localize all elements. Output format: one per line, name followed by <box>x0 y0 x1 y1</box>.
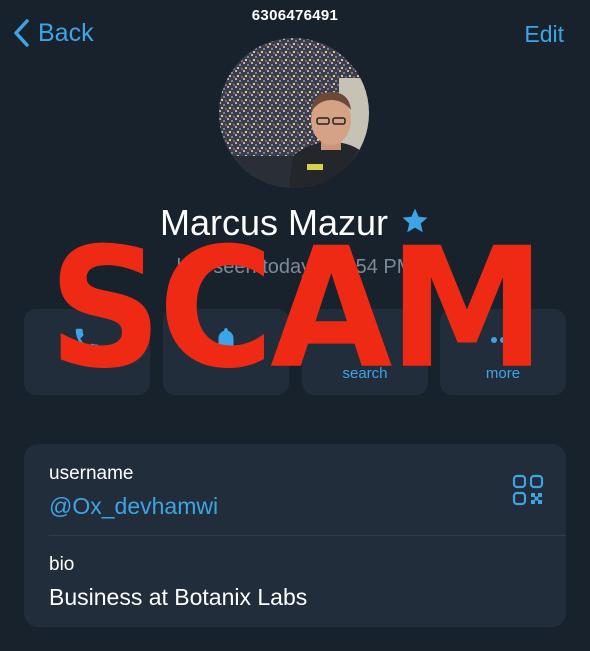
edit-button[interactable]: Edit <box>524 21 564 48</box>
avatar[interactable] <box>219 38 369 188</box>
qr-code-icon[interactable] <box>512 474 544 511</box>
bio-text: Business at Botanix Labs <box>49 584 308 610</box>
username-link[interactable]: @Ox_devhamwi <box>49 493 218 520</box>
divider <box>49 535 566 536</box>
profile-screen: Back 6306476491 Edit Marcus Mazur last s… <box>0 0 590 651</box>
info-card: username @Ox_devhamwi bio Business at Bo… <box>24 444 566 627</box>
page-title: 6306476491 <box>251 7 339 24</box>
username-label: username <box>49 463 134 484</box>
bio-label: bio <box>49 554 75 575</box>
scam-stamp: SCAM <box>48 212 545 406</box>
